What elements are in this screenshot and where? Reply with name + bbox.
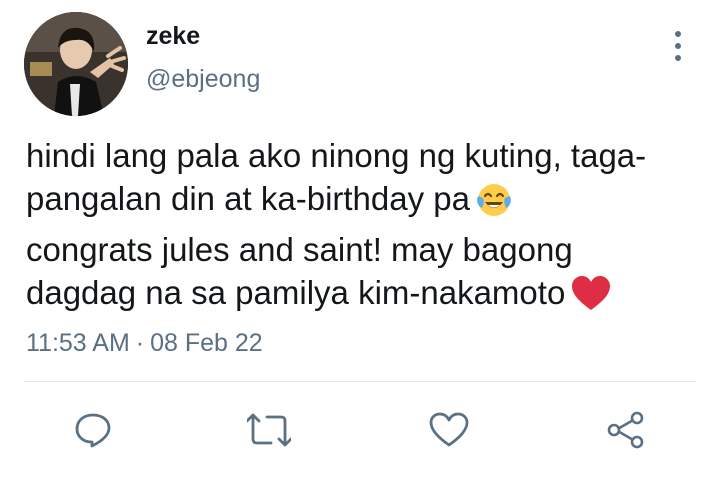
tweet-text-line: pangalan din at ka-birthday pa bbox=[26, 177, 706, 228]
share-icon bbox=[607, 411, 644, 449]
reply-icon bbox=[75, 413, 111, 448]
retweet-icon bbox=[247, 413, 291, 447]
share-button[interactable] bbox=[604, 408, 648, 452]
more-dot bbox=[675, 31, 681, 37]
divider bbox=[24, 381, 696, 382]
more-dot bbox=[675, 43, 681, 49]
meta-separator: · bbox=[135, 329, 145, 357]
reply-button[interactable] bbox=[71, 408, 115, 452]
tweet-text-line: dagdag na sa pamilya kim-nakamoto bbox=[26, 271, 706, 322]
display-name[interactable]: zeke bbox=[146, 20, 200, 52]
face-with-tears-of-joy-icon bbox=[476, 182, 512, 228]
avatar[interactable] bbox=[24, 12, 128, 116]
tweet-text: hindi lang pala ako ninong ng kuting, ta… bbox=[26, 134, 706, 322]
retweet-button[interactable] bbox=[247, 408, 291, 452]
like-button[interactable] bbox=[427, 408, 471, 452]
avatar-photo bbox=[24, 12, 128, 116]
tweet-text-line: congrats jules and saint! may bagong bbox=[26, 231, 573, 268]
user-handle[interactable]: @ebjeong bbox=[146, 63, 260, 95]
red-heart-icon bbox=[571, 276, 611, 322]
tweet-date: 08 Feb 22 bbox=[150, 329, 263, 357]
tweet-text-line: hindi lang pala ako ninong ng kuting, ta… bbox=[26, 137, 647, 174]
tweet-timestamp[interactable]: 11:53 AM · 08 Feb 22 bbox=[26, 327, 263, 359]
more-dot bbox=[675, 55, 681, 61]
more-options-button[interactable] bbox=[664, 28, 692, 64]
tweet-time: 11:53 AM bbox=[26, 329, 130, 357]
heart-icon bbox=[429, 412, 469, 447]
